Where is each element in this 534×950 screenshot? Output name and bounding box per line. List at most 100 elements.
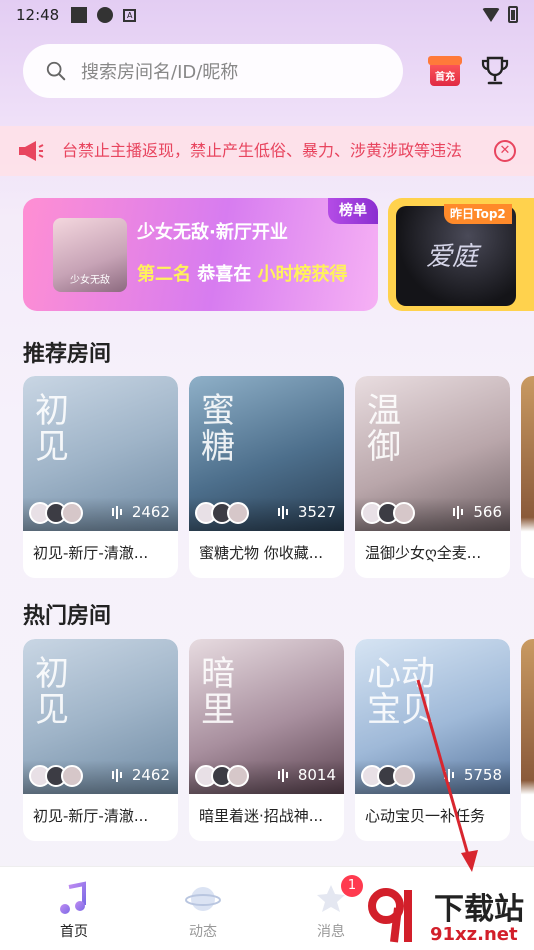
room-title: 初见-新厅-清澈...	[33, 807, 149, 825]
room-cover-image: 蜜糖 3527	[189, 376, 344, 531]
room-count-value: 2462	[131, 503, 170, 521]
sound-bars-icon	[111, 505, 126, 519]
tab-home[interactable]: 首页	[34, 867, 114, 950]
room-avatars	[29, 765, 99, 787]
app-notification-icon	[97, 7, 114, 23]
recommended-title: 推荐房间	[23, 342, 112, 367]
gift-lid	[428, 56, 462, 65]
status-time: 12:48	[16, 6, 60, 24]
banner-board: 小时榜获得	[257, 264, 348, 285]
room-avatars	[195, 765, 265, 787]
sound-bars-icon	[443, 768, 458, 782]
avatar	[61, 765, 83, 787]
gift-label: 首充	[435, 72, 455, 83]
ranking-banner[interactable]: 少女无敌 少女无敌·新厅开业 第二名 恭喜在 小时榜获得 榜单	[23, 198, 378, 311]
room-count-value: 566	[473, 503, 502, 521]
megaphone-icon	[19, 141, 44, 161]
hot-title: 热门房间	[23, 604, 112, 629]
notice-bar: 台禁止主播返现，禁止产生低俗、暴力、涉黄涉政等违法 ✕	[0, 126, 534, 176]
tab-dynamic-label: 动态	[189, 924, 217, 940]
hot-room-card[interactable]: 初见 2462 初见-新厅-清澈...	[23, 639, 178, 841]
room-avatars	[29, 502, 99, 524]
tab-messages-label: 消息	[317, 924, 345, 940]
hot-room-card-partial[interactable]	[521, 639, 534, 841]
top-banner-art: 爱庭	[426, 242, 479, 272]
room-listener-count: 8014	[277, 766, 336, 784]
room-count-value: 5758	[463, 766, 502, 784]
hot-room-card[interactable]: 心动 宝贝 5758 心动宝贝一补任务	[355, 639, 510, 841]
room-count-value: 3527	[297, 503, 336, 521]
search-placeholder: 搜索房间名/ID/昵称	[81, 62, 239, 83]
search-icon	[46, 61, 66, 81]
room-avatars	[361, 502, 431, 524]
room-count-value: 2462	[131, 766, 170, 784]
room-cover-image: 初见 2462	[23, 639, 178, 794]
banner-thumbnail: 少女无敌	[53, 218, 127, 292]
room-cover-image: 温御 566	[355, 376, 510, 531]
first-recharge-gift-icon[interactable]: 首充	[428, 52, 462, 88]
banner-subtitle: 第二名 恭喜在 小时榜获得	[137, 260, 348, 286]
sound-bars-icon	[111, 768, 126, 782]
tab-dynamic[interactable]: 动态	[163, 867, 243, 950]
watermark-title: 下载站	[434, 892, 524, 927]
room-title: 蜜糖尤物 你收藏...	[199, 544, 324, 562]
status-bar: 12:48 A	[0, 0, 534, 30]
top-banner[interactable]: 爱庭 昨日Top2	[388, 198, 534, 311]
sound-bars-icon	[277, 768, 292, 782]
sound-bars-icon	[277, 505, 292, 519]
room-count-value: 8014	[297, 766, 336, 784]
banner-title: 少女无敌·新厅开业	[137, 222, 288, 243]
search-input[interactable]: 搜索房间名/ID/昵称	[23, 44, 403, 98]
room-avatars	[195, 502, 265, 524]
room-listener-count: 2462	[111, 503, 170, 521]
recommended-room-card[interactable]: 温御 566 温御少女ღ全麦...	[355, 376, 510, 578]
notification-icon	[71, 7, 88, 23]
room-cover-text: 温御	[367, 391, 401, 467]
room-cover-image: 心动 宝贝 5758	[355, 639, 510, 794]
room-cover-text: 蜜糖	[201, 391, 235, 467]
status-right	[482, 6, 518, 23]
room-listener-count: 3527	[277, 503, 336, 521]
planet-icon	[185, 887, 221, 911]
room-cover-text: 心动 宝贝	[367, 654, 435, 730]
tab-messages[interactable]: 1 消息	[291, 867, 371, 950]
room-cover-text: 暗里	[201, 654, 235, 730]
avatar	[227, 502, 249, 524]
search-row: 搜索房间名/ID/昵称 首充	[23, 44, 511, 98]
watermark-logo	[368, 888, 412, 943]
message-badge: 1	[341, 875, 363, 897]
room-cover-image: 暗里 8014	[189, 639, 344, 794]
music-note-icon	[60, 881, 86, 914]
room-title: 暗里着迷·招战神...	[199, 807, 324, 825]
banner-thumb-text: 少女无敌	[70, 275, 110, 286]
recommended-room-card-partial[interactable]	[521, 376, 534, 578]
room-cover-text: 初见	[35, 391, 69, 467]
top-banner-tag: 昨日Top2	[444, 204, 512, 224]
avatar	[393, 765, 415, 787]
room-listener-count: 5758	[443, 766, 502, 784]
room-avatars	[361, 765, 431, 787]
banner-congrats: 恭喜在	[197, 264, 252, 285]
banner-rank: 第二名	[137, 264, 191, 285]
tab-home-label: 首页	[60, 924, 88, 940]
trophy-icon[interactable]	[478, 54, 512, 88]
avatar	[227, 765, 249, 787]
room-listener-count: 566	[453, 503, 502, 521]
room-listener-count: 2462	[111, 766, 170, 784]
banner-tag: 榜单	[328, 198, 378, 224]
hot-room-card[interactable]: 暗里 8014 暗里着迷·招战神...	[189, 639, 344, 841]
watermark-url: 91xz.net	[430, 924, 518, 945]
close-icon[interactable]: ✕	[494, 140, 516, 162]
battery-icon	[508, 6, 518, 23]
recommended-room-card[interactable]: 初见 2462 初见-新厅-清澈...	[23, 376, 178, 578]
avatar	[393, 502, 415, 524]
room-cover-image: 初见 2462	[23, 376, 178, 531]
notice-text: 台禁止主播返现，禁止产生低俗、暴力、涉黄涉政等违法	[62, 141, 463, 160]
room-title: 温御少女ღ全麦...	[365, 544, 482, 562]
room-cover-text: 初见	[35, 654, 69, 730]
recommended-room-card[interactable]: 蜜糖 3527 蜜糖尤物 你收藏...	[189, 376, 344, 578]
sound-bars-icon	[453, 505, 467, 519]
avatar	[61, 502, 83, 524]
a-notification-icon: A	[123, 8, 137, 22]
watermark: 下载站 91xz.net	[364, 880, 534, 950]
